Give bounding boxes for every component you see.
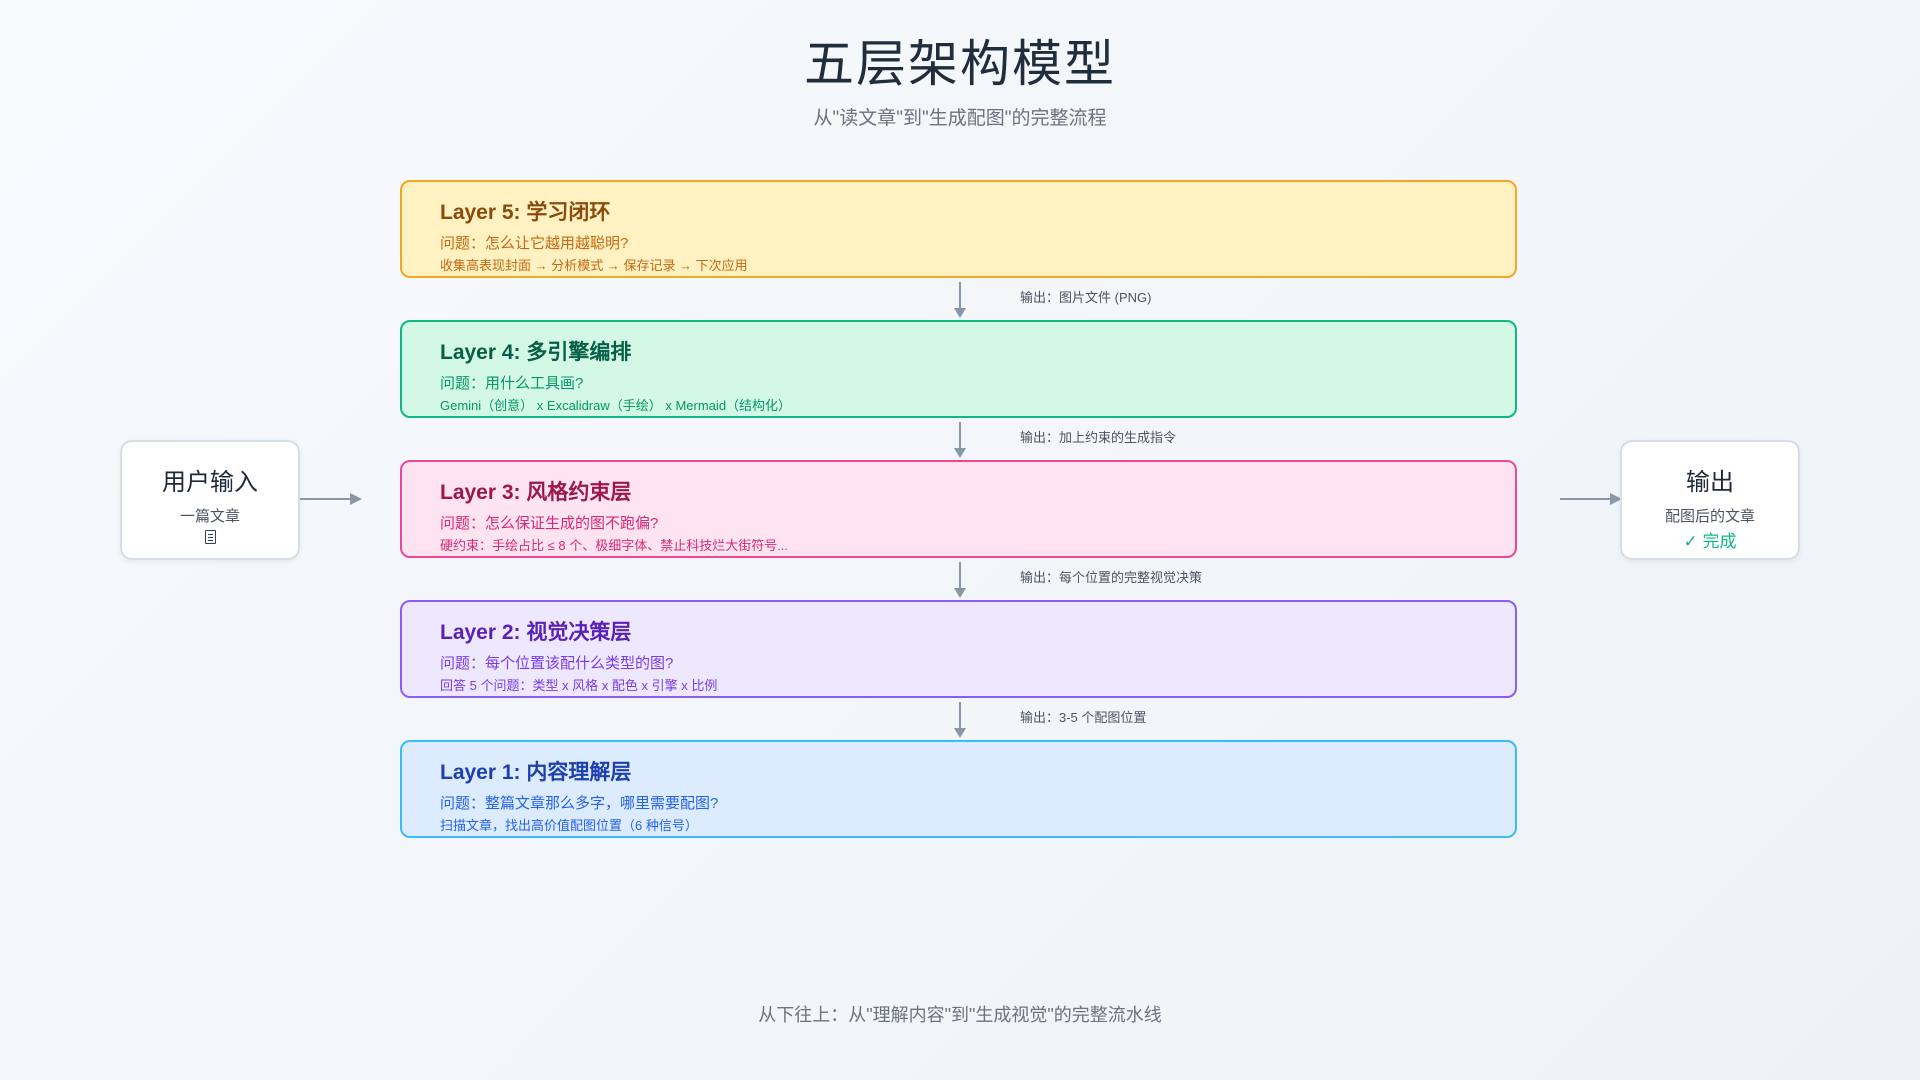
layer-5-card: Layer 5: 学习闭环 问题：怎么让它越用越聪明? 收集高表现封面 → 分析… (400, 180, 1517, 278)
layer-1-card: Layer 1: 内容理解层 问题：整篇文章那么多字，哪里需要配图? 扫描文章，… (400, 740, 1517, 838)
completion-status: ✓ 完成 (1683, 532, 1737, 551)
header: 五层架构模型 从"读文章"到"生成配图"的完整流程 (0, 30, 1920, 132)
input-subtitle: 一篇文章 (179, 508, 240, 525)
down-arrow-icon (954, 562, 966, 598)
right-arrow-icon (300, 493, 362, 505)
layer-detail: 硬约束：手绘占比 ≤ 8 个、极细字体、禁止科技烂大街符号... (440, 538, 789, 553)
layer-question: 问题：用什么工具画? (440, 375, 584, 392)
page-subtitle: 从"读文章"到"生成配图"的完整流程 (813, 108, 1107, 129)
layer-title: Layer 1: 内容理解层 (440, 761, 632, 784)
layer-title: Layer 4: 多引擎编排 (440, 341, 632, 364)
layer-title: Layer 2: 视觉决策层 (440, 621, 632, 644)
layer-title: Layer 5: 学习闭环 (440, 201, 611, 224)
output-label: 输出：每个位置的完整视觉决策 (1020, 570, 1203, 585)
right-arrow-icon (1560, 493, 1622, 505)
footer-caption: 从下往上：从"理解内容"到"生成视觉"的完整流水线 (758, 1005, 1162, 1025)
layer-question: 问题：怎么让它越用越聪明? (440, 235, 629, 252)
layer-question: 问题：怎么保证生成的图不跑偏? (440, 515, 659, 532)
layer-4-card: Layer 4: 多引擎编排 问题：用什么工具画? Gemini（创意） x E… (400, 320, 1517, 418)
layer-2-card: Layer 2: 视觉决策层 问题：每个位置该配什么类型的图? 回答 5 个问题… (400, 600, 1517, 698)
document-icon-wrap (122, 526, 298, 549)
layer-question: 问题：整篇文章那么多字，哪里需要配图? (440, 795, 719, 812)
layer-detail: Gemini（创意） x Excalidraw（手绘） x Mermaid（结构… (440, 398, 792, 413)
final-output-box: 输出 配图后的文章 ✓ 完成 (1620, 440, 1800, 560)
layer-title: Layer 3: 风格约束层 (440, 481, 632, 504)
output-label: 输出：3-5 个配图位置 (1020, 710, 1147, 725)
layer-detail: 回答 5 个问题：类型 x 风格 x 配色 x 引擎 x 比例 (440, 678, 718, 693)
output-label: 输出：图片文件 (PNG) (1020, 290, 1152, 305)
layer-detail: 收集高表现封面 → 分析模式 → 保存记录 → 下次应用 (440, 258, 748, 273)
output-title: 输出 (1686, 469, 1734, 496)
down-arrow-icon (954, 282, 966, 318)
layer-detail: 扫描文章，找出高价值配图位置（6 种信号） (440, 818, 698, 833)
layer-3-card: Layer 3: 风格约束层 问题：怎么保证生成的图不跑偏? 硬约束：手绘占比 … (400, 460, 1517, 558)
document-icon (204, 530, 216, 544)
input-title: 用户输入 (162, 469, 258, 496)
down-arrow-icon (954, 702, 966, 738)
page-title: 五层架构模型 (804, 36, 1116, 92)
layer-question: 问题：每个位置该配什么类型的图? (440, 655, 674, 672)
user-input-box: 用户输入 一篇文章 (120, 440, 300, 560)
output-label: 输出：加上约束的生成指令 (1020, 430, 1177, 445)
output-subtitle: 配图后的文章 (1664, 508, 1755, 525)
down-arrow-icon (954, 422, 966, 458)
